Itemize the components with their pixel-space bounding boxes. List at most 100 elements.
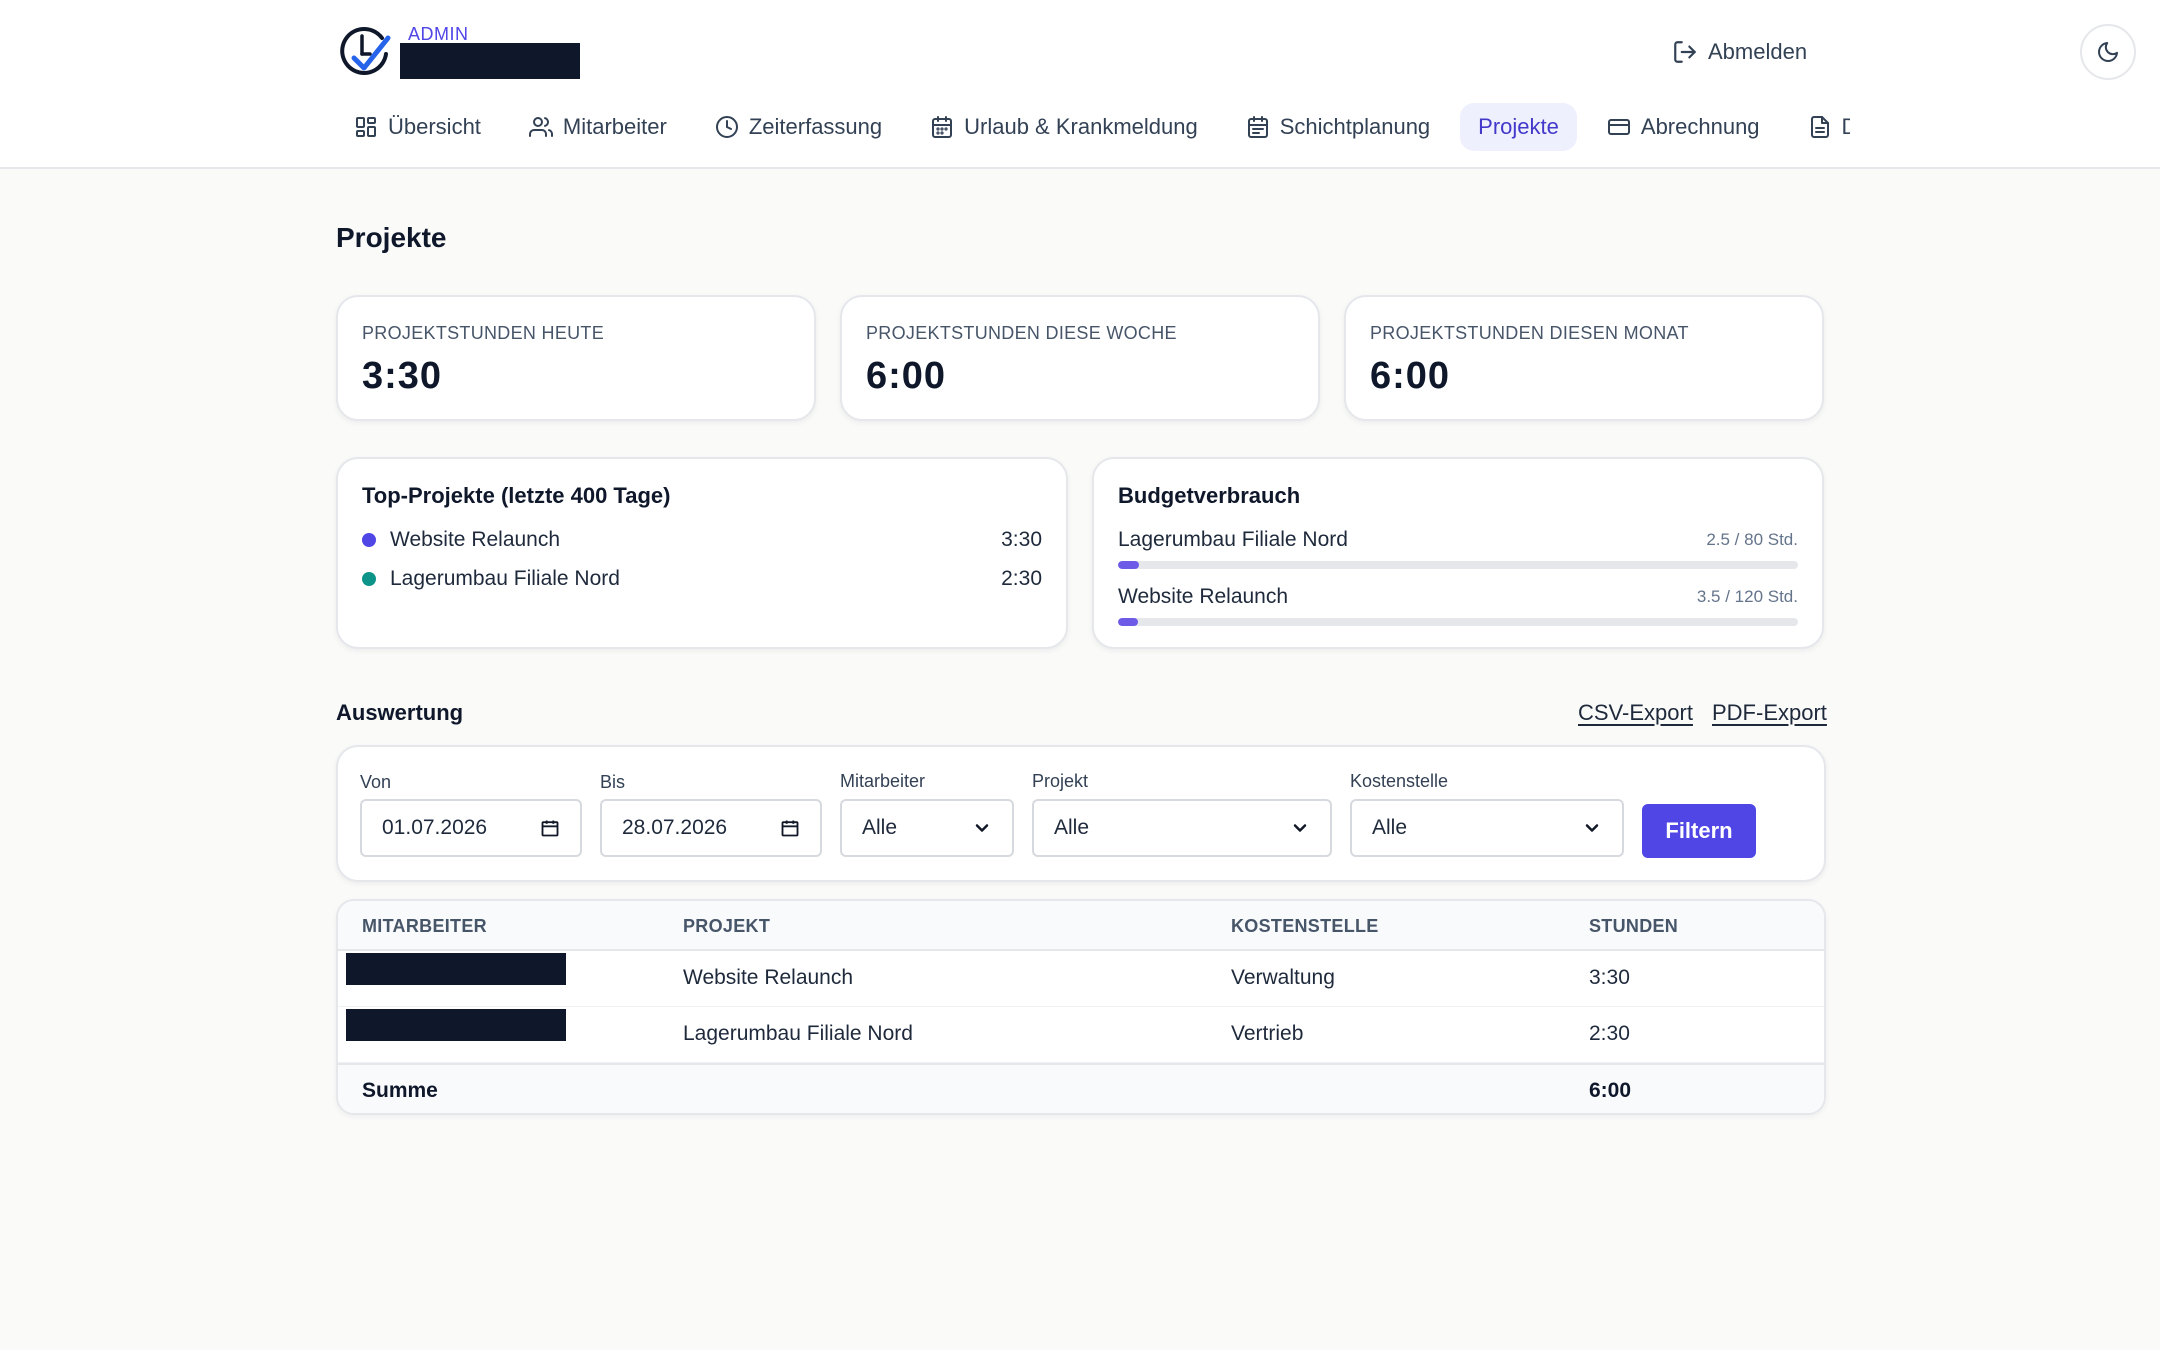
cell-project: Website Relaunch (683, 966, 854, 989)
employee-select-value: Alle (862, 816, 898, 839)
from-label: Von (360, 772, 392, 792)
to-label: Bis (600, 772, 626, 792)
column-header-hours[interactable]: STUNDEN (1589, 916, 1678, 937)
credit-card-icon (1607, 119, 1630, 135)
calendar-check-icon (1247, 116, 1268, 138)
project-label: Projekt (1032, 771, 1089, 791)
moon-icon (2098, 42, 2118, 62)
chevron-down-icon (975, 824, 989, 832)
nav-label: Abrechnung (1640, 114, 1760, 139)
budget-progress-fill (1118, 618, 1138, 626)
employee-select[interactable]: Alle (840, 799, 1014, 857)
nav-item-uebersicht[interactable]: Übersicht (336, 103, 499, 151)
report-table: MITARBEITER PROJEKT KOSTENSTELLE STUNDEN… (336, 899, 1826, 1115)
logout-label: Abmelden (1708, 39, 1808, 64)
budget-row: Website Relaunch 3.5 / 120 Std. (1118, 582, 1798, 612)
employee-name-redacted (346, 1009, 566, 1041)
list-item: Website Relaunch 3:30 (362, 525, 1042, 555)
from-date-input[interactable]: 01.07.2026 (360, 799, 582, 857)
report-title: Auswertung (336, 700, 464, 725)
table-header: MITARBEITER PROJEKT KOSTENSTELLE STUNDEN (338, 901, 1824, 951)
project-hours: 2:30 (1001, 567, 1042, 590)
nav-label: Schichtplanung (1279, 114, 1431, 139)
cell-project: Lagerumbau Filiale Nord (683, 1022, 913, 1045)
theme-toggle-button[interactable] (2080, 24, 2136, 80)
calendar-icon (541, 820, 559, 837)
budget-usage-text: 3.5 / 120 Std. (1696, 587, 1798, 606)
nav-item-dokumente[interactable]: Dokumente (1790, 103, 1850, 151)
nav-item-projekte[interactable]: Projekte (1460, 103, 1577, 151)
calendar-icon (781, 820, 799, 837)
top-projects-card: Top-Projekte (letzte 400 Tage) Website R… (336, 457, 1068, 649)
cost-center-select-value: Alle (1372, 816, 1408, 839)
stat-label: PROJEKTSTUNDEN HEUTE (362, 323, 605, 343)
user-name-redacted (400, 43, 580, 79)
cost-center-label: Kostenstelle (1350, 771, 1449, 791)
pdf-export-link[interactable]: PDF-Export (1712, 700, 1827, 726)
main-navigation: Übersicht Mitarbeiter Zeiterfassung Urla… (336, 102, 1850, 152)
budget-title: Budgetverbrauch (1118, 483, 1301, 508)
page-title: Projekte (336, 222, 447, 253)
filter-button[interactable]: Filtern (1642, 804, 1756, 858)
project-select[interactable]: Alle (1032, 799, 1332, 857)
document-icon (1810, 116, 1829, 138)
project-hours: 3:30 (1001, 528, 1042, 551)
cell-hours: 2:30 (1589, 1022, 1630, 1045)
nav-item-mitarbeiter[interactable]: Mitarbeiter (511, 103, 685, 151)
chevron-down-icon (1293, 824, 1307, 832)
stat-card-today: PROJEKTSTUNDEN HEUTE 3:30 (336, 295, 816, 421)
column-header-project[interactable]: PROJEKT (683, 916, 770, 937)
column-header-cost-center[interactable]: KOSTENSTELLE (1231, 916, 1379, 937)
clock-check-logo-icon[interactable] (336, 24, 392, 80)
grid-icon (356, 117, 376, 137)
budget-project-name: Lagerumbau Filiale Nord (1118, 528, 1348, 551)
cell-cost-center: Vertrieb (1231, 1022, 1304, 1045)
nav-label: Dokumente (1841, 114, 1850, 139)
budget-usage-text: 2.5 / 80 Std. (1706, 530, 1798, 549)
budget-progress-fill (1118, 561, 1140, 569)
stat-label: PROJEKTSTUNDEN DIESE WOCHE (866, 323, 1177, 343)
nav-label: Mitarbeiter (562, 114, 667, 139)
budget-progress-bar (1118, 561, 1798, 569)
employee-name-redacted (346, 953, 566, 985)
nav-item-schichtplanung[interactable]: Schichtplanung (1228, 103, 1448, 151)
stat-value: 6:00 (1370, 355, 1451, 397)
budget-card: Budgetverbrauch Lagerumbau Filiale Nord … (1092, 457, 1824, 649)
nav-label: Projekte (1478, 114, 1559, 139)
nav-item-urlaub[interactable]: Urlaub & Krankmeldung (912, 103, 1216, 151)
nav-item-zeiterfassung[interactable]: Zeiterfassung (697, 103, 900, 151)
stat-value: 3:30 (362, 355, 443, 397)
column-header-employee[interactable]: MITARBEITER (362, 916, 487, 937)
table-sum-row: Summe 6:00 (338, 1063, 1824, 1113)
cost-center-select[interactable]: Alle (1350, 799, 1624, 857)
stat-label: PROJEKTSTUNDEN DIESEN MONAT (1370, 323, 1689, 343)
nav-label: Urlaub & Krankmeldung (964, 114, 1198, 139)
user-role-label: ADMIN (408, 24, 469, 44)
budget-progress-bar (1118, 618, 1798, 626)
budget-project-name: Website Relaunch (1118, 585, 1289, 608)
csv-export-link[interactable]: CSV-Export (1578, 700, 1693, 726)
stat-card-month: PROJEKTSTUNDEN DIESEN MONAT 6:00 (1344, 295, 1824, 421)
sum-label: Summe (362, 1079, 438, 1102)
from-date-value: 01.07.2026 (382, 816, 488, 839)
employee-label: Mitarbeiter (840, 771, 926, 791)
logout-icon (1674, 41, 1696, 63)
sum-value: 6:00 (1589, 1079, 1632, 1102)
to-date-value: 28.07.2026 (622, 816, 728, 839)
cell-hours: 3:30 (1589, 966, 1630, 989)
logout-button[interactable]: Abmelden (1672, 36, 1807, 68)
to-date-input[interactable]: 28.07.2026 (600, 799, 822, 857)
series-dot (362, 572, 376, 586)
budget-row: Lagerumbau Filiale Nord 2.5 / 80 Std. (1118, 525, 1798, 555)
table-row: Lagerumbau Filiale Nord Vertrieb 2:30 (338, 1007, 1824, 1063)
chevron-down-icon (1585, 824, 1599, 832)
project-name: Website Relaunch (390, 528, 561, 551)
top-bar: ADMIN Abmelden Übersicht Mitarbeiter Zei… (0, 0, 2160, 169)
stat-value: 6:00 (866, 355, 947, 397)
series-dot (362, 533, 376, 547)
cell-cost-center: Verwaltung (1231, 966, 1335, 989)
stat-card-week: PROJEKTSTUNDEN DIESE WOCHE 6:00 (840, 295, 1320, 421)
nav-label: Zeiterfassung (748, 114, 883, 139)
users-icon (528, 117, 553, 137)
nav-item-abrechnung[interactable]: Abrechnung (1589, 103, 1778, 151)
